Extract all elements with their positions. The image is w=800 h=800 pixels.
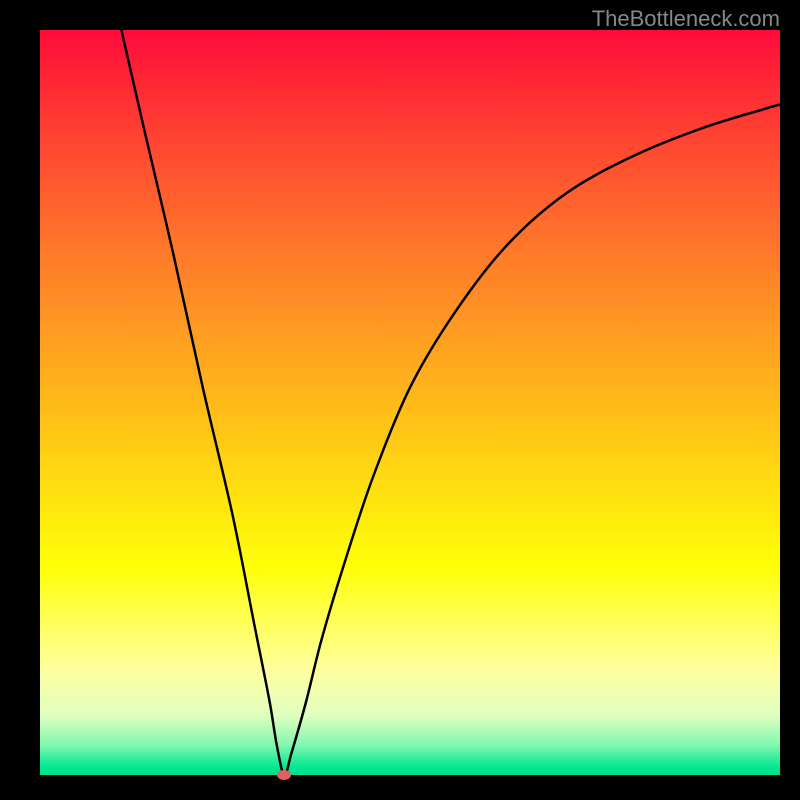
optimal-point-marker	[277, 770, 291, 780]
bottleneck-curve	[40, 30, 780, 775]
chart-container: TheBottleneck.com	[0, 0, 800, 800]
watermark-text: TheBottleneck.com	[592, 6, 780, 32]
